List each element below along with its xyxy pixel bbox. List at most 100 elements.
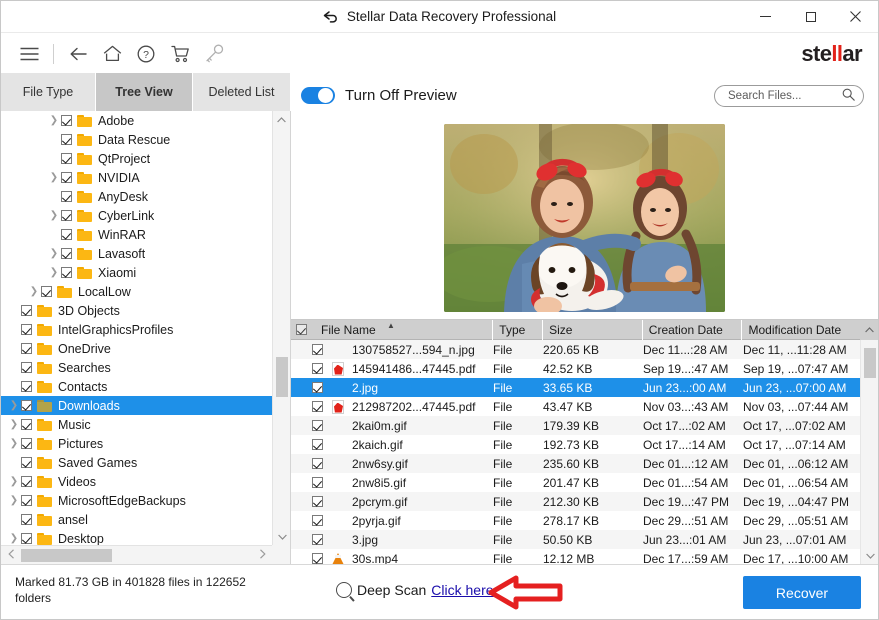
file-table-row[interactable]: 2nw8i5.gif File 201.47 KB Dec 01...:54 AM De… [291, 473, 860, 492]
tree-item-checkbox[interactable] [21, 438, 32, 449]
tree-item[interactable]: ❯OneDrive [1, 339, 272, 358]
tree-item[interactable]: ❯IntelGraphicsProfiles [1, 320, 272, 339]
key-icon[interactable] [199, 39, 229, 69]
tree-item-checkbox[interactable] [21, 476, 32, 487]
column-header-modification-date[interactable]: Modification Date [742, 320, 860, 340]
tree-item-checkbox[interactable] [21, 362, 32, 373]
tree-item-checkbox[interactable] [21, 533, 32, 544]
maximize-button[interactable] [788, 1, 833, 32]
tree-item-checkbox[interactable] [61, 153, 72, 164]
file-row-checkbox[interactable] [312, 344, 323, 355]
tree-expand-chevron-icon[interactable]: ❯ [7, 533, 21, 544]
file-row-checkbox[interactable] [312, 401, 323, 412]
tree-expand-chevron-icon[interactable]: ❯ [7, 400, 21, 411]
tree-item[interactable]: ❯WinRAR [1, 225, 272, 244]
file-table-row[interactable]: 2nw6sy.gif File 235.60 KB Dec 01...:12 AM De… [291, 454, 860, 473]
tree-expand-chevron-icon[interactable]: ❯ [7, 476, 21, 487]
hamburger-menu-icon[interactable] [14, 39, 44, 69]
column-header-type[interactable]: Type [493, 319, 544, 340]
tree-item[interactable]: ❯Data Rescue [1, 130, 272, 149]
file-row-checkbox[interactable] [312, 553, 323, 564]
file-list-scroll-thumb[interactable] [864, 348, 876, 378]
tree-expand-chevron-icon[interactable]: ❯ [47, 267, 61, 278]
tree-item-checkbox[interactable] [61, 267, 72, 278]
recover-button[interactable]: Recover [743, 576, 861, 609]
tree-item-checkbox[interactable] [21, 324, 32, 335]
file-table-row[interactable]: 2kai0m.gif File 179.39 KB Oct 17...:02 AM Oc… [291, 416, 860, 435]
tree-hscroll-thumb[interactable] [21, 548, 112, 562]
file-table-row[interactable]: 3.jpg File 50.50 KB Jun 23...:01 AM Jun 23, … [291, 530, 860, 549]
tab-file-type[interactable]: File Type [1, 73, 96, 111]
file-list-vertical-scrollbar[interactable] [860, 340, 878, 564]
tree-item[interactable]: ❯Saved Games [1, 453, 272, 472]
tree-item[interactable]: ❯ Downloads [1, 396, 272, 415]
tree-item-checkbox[interactable] [61, 248, 72, 259]
tree-item-checkbox[interactable] [61, 210, 72, 221]
search-input[interactable] [726, 88, 842, 103]
tree-scroll-thumb[interactable] [276, 357, 288, 397]
file-row-checkbox[interactable] [312, 439, 323, 450]
file-table-row[interactable]: 2pcrym.gif File 212.30 KB Dec 19...:47 PM De… [291, 492, 860, 511]
tree-item[interactable]: ❯ NVIDIA [1, 168, 272, 187]
tree-item[interactable]: ❯Contacts [1, 377, 272, 396]
tree-item[interactable]: ❯ Lavasoft [1, 244, 272, 263]
select-all-checkbox[interactable] [296, 324, 307, 335]
tree-scroll-up-button[interactable] [273, 111, 290, 128]
column-header-creation-date[interactable]: Creation Date [643, 319, 743, 340]
search-box[interactable] [714, 84, 864, 107]
tab-tree-view[interactable]: Tree View [96, 73, 193, 111]
tree-expand-chevron-icon[interactable]: ❯ [7, 495, 21, 506]
tree-item[interactable]: ❯ Music [1, 415, 272, 434]
tree-expand-chevron-icon[interactable]: ❯ [47, 248, 61, 259]
tree-item-checkbox[interactable] [61, 115, 72, 126]
deep-scan-link[interactable]: Click here [431, 582, 493, 598]
tree-item[interactable]: ❯ Pictures [1, 434, 272, 453]
tree-scroll-right-button[interactable] [252, 548, 272, 562]
tree-item-checkbox[interactable] [21, 381, 32, 392]
tree-item[interactable]: ❯ Desktop [1, 529, 272, 546]
tree-expand-chevron-icon[interactable]: ❯ [7, 419, 21, 430]
cart-icon[interactable] [165, 39, 195, 69]
home-icon[interactable] [97, 39, 127, 69]
tree-horizontal-scrollbar[interactable] [1, 545, 272, 564]
folder-tree-list[interactable]: ❯Adobe❯Data Rescue❯QtProject❯NVIDIA❯AnyD… [1, 111, 272, 545]
close-button[interactable] [833, 1, 878, 32]
file-table-row[interactable]: 30s.mp4 File 12.12 MB Dec 17...:59 AM Dec 17… [291, 549, 860, 564]
tree-item-checkbox[interactable] [61, 191, 72, 202]
tree-item[interactable]: ❯ CyberLink [1, 206, 272, 225]
column-header-size[interactable]: Size [543, 319, 643, 340]
file-row-checkbox[interactable] [312, 458, 323, 469]
tree-item[interactable]: ❯3D Objects [1, 301, 272, 320]
tree-item[interactable]: ❯ Videos [1, 472, 272, 491]
file-row-checkbox[interactable] [312, 515, 323, 526]
tree-scroll-down-button[interactable] [273, 528, 291, 545]
minimize-button[interactable] [743, 1, 788, 32]
file-row-checkbox[interactable] [312, 420, 323, 431]
tree-item[interactable]: ❯QtProject [1, 149, 272, 168]
tree-item[interactable]: ❯Searches [1, 358, 272, 377]
tree-item-checkbox[interactable] [21, 419, 32, 430]
tree-item-checkbox[interactable] [21, 495, 32, 506]
tree-item[interactable]: ❯ Xiaomi [1, 263, 272, 282]
file-table-row[interactable]: 2pyrja.gif File 278.17 KB Dec 29...:51 AM De… [291, 511, 860, 530]
tree-expand-chevron-icon[interactable]: ❯ [47, 210, 61, 221]
tree-item-checkbox[interactable] [21, 305, 32, 316]
help-icon[interactable]: ? [131, 39, 161, 69]
tree-item-checkbox[interactable] [21, 457, 32, 468]
file-table-row[interactable]: 2kaich.gif File 192.73 KB Oct 17...:14 AM Oc… [291, 435, 860, 454]
file-table-row[interactable]: 2.jpg File 33.65 KB Jun 23...:00 AM Jun 23, … [291, 378, 860, 397]
tree-vertical-scrollbar[interactable] [272, 111, 290, 545]
file-table-row[interactable]: 145941486...47445.pdf File 42.52 KB Sep 19.… [291, 359, 860, 378]
tab-deleted-list[interactable]: Deleted List [193, 73, 291, 111]
tree-item[interactable]: ❯ MicrosoftEdgeBackups [1, 491, 272, 510]
tree-item[interactable]: ❯AnyDesk [1, 187, 272, 206]
tree-item[interactable]: ❯ LocalLow [1, 282, 272, 301]
file-table-body[interactable]: 130758527...594_n.jpg File 220.65 KB Dec 11… [291, 340, 860, 564]
tree-expand-chevron-icon[interactable]: ❯ [47, 115, 61, 126]
tree-expand-chevron-icon[interactable]: ❯ [27, 286, 41, 297]
back-icon[interactable] [63, 39, 93, 69]
tree-hscroll-track[interactable] [21, 548, 252, 562]
tree-item-checkbox[interactable] [61, 134, 72, 145]
column-header-file-name[interactable]: File Name ▲ [291, 319, 494, 340]
tree-scroll-left-button[interactable] [1, 548, 21, 562]
